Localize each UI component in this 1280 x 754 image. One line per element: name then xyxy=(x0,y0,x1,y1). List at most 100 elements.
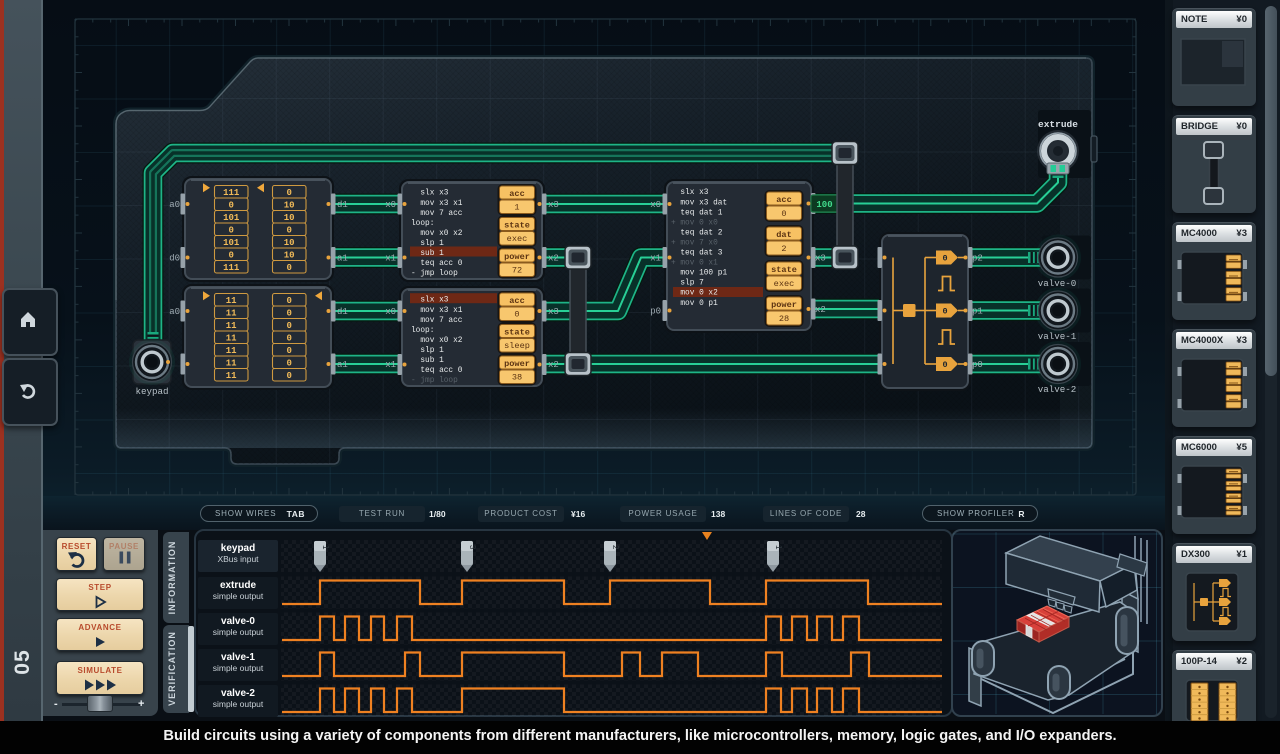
svg-text:0: 0 xyxy=(228,200,233,210)
svg-text:x2: x2 xyxy=(548,360,559,370)
svg-text:10: 10 xyxy=(284,250,295,260)
svg-text:11: 11 xyxy=(226,371,237,381)
svg-text:0: 0 xyxy=(228,225,233,235)
svg-text:exec: exec xyxy=(774,279,795,289)
svg-text:10: 10 xyxy=(284,213,295,223)
svg-text:mov 7 acc: mov 7 acc xyxy=(411,317,463,325)
svg-text:loop:: loop: xyxy=(411,327,434,335)
svg-text:05: 05 xyxy=(11,649,34,674)
svg-text:mov x3 x1: mov x3 x1 xyxy=(411,307,463,315)
svg-text:28: 28 xyxy=(779,314,789,324)
svg-text:slp 1: slp 1 xyxy=(411,240,444,248)
svg-text:VERIFICATION: VERIFICATION xyxy=(167,631,177,706)
svg-text:INFORMATION: INFORMATION xyxy=(167,541,177,615)
svg-text:teq dat 3: teq dat 3 xyxy=(671,250,723,258)
svg-text:0: 0 xyxy=(942,307,947,317)
svg-text:slx x3: slx x3 xyxy=(671,189,709,197)
svg-text:0: 0 xyxy=(781,209,786,219)
svg-text:state: state xyxy=(504,220,530,230)
svg-text:x3: x3 xyxy=(548,307,559,317)
svg-text:mov 100 p1: mov 100 p1 xyxy=(671,270,727,278)
svg-text:a1: a1 xyxy=(337,360,348,370)
svg-text:101: 101 xyxy=(223,213,240,223)
svg-text:acc: acc xyxy=(776,195,791,205)
svg-text:0: 0 xyxy=(286,296,291,306)
svg-text:11: 11 xyxy=(226,296,237,306)
svg-text:a1: a1 xyxy=(337,254,348,264)
svg-text:sub 1: sub 1 xyxy=(411,250,444,258)
svg-text:extrude: extrude xyxy=(1038,119,1078,130)
svg-text:100: 100 xyxy=(816,200,832,210)
svg-text:x1: x1 xyxy=(385,254,396,264)
svg-text:0: 0 xyxy=(286,321,291,331)
svg-text:valve-1: valve-1 xyxy=(1038,331,1077,342)
svg-text:2: 2 xyxy=(781,244,786,254)
svg-text:72: 72 xyxy=(512,266,522,276)
svg-text:- jmp loop: - jmp loop xyxy=(411,377,458,385)
svg-text:0: 0 xyxy=(286,263,291,273)
svg-text:111: 111 xyxy=(223,263,240,273)
svg-text:101: 101 xyxy=(223,238,240,248)
svg-text:x0: x0 xyxy=(385,307,396,317)
svg-text:0: 0 xyxy=(942,360,947,370)
svg-text:0: 0 xyxy=(286,225,291,235)
svg-text:0: 0 xyxy=(286,346,291,356)
svg-text:1: 1 xyxy=(321,545,330,550)
svg-text:+ mov 0 x0: + mov 0 x0 xyxy=(671,219,718,227)
svg-text:mov 0 p1: mov 0 p1 xyxy=(671,300,718,308)
svg-text:d1: d1 xyxy=(337,200,348,210)
svg-text:dat: dat xyxy=(776,230,791,240)
svg-text:x1: x1 xyxy=(385,360,396,370)
svg-text:d0: d0 xyxy=(169,254,180,264)
svg-text:teq acc 0: teq acc 0 xyxy=(411,260,463,268)
svg-text:teq dat 2: teq dat 2 xyxy=(671,229,723,237)
svg-text:keypad: keypad xyxy=(135,386,168,397)
svg-text:3: 3 xyxy=(468,545,477,550)
svg-text:slx x3: slx x3 xyxy=(411,297,449,305)
svg-text:valve-0: valve-0 xyxy=(1038,278,1077,289)
svg-text:state: state xyxy=(771,265,797,275)
svg-text:x2: x2 xyxy=(815,305,826,315)
svg-text:teq acc 0: teq acc 0 xyxy=(411,367,463,375)
svg-text:p0: p0 xyxy=(650,307,661,317)
svg-text:0: 0 xyxy=(286,188,291,198)
svg-text:0: 0 xyxy=(228,250,233,260)
svg-text:mov x3 x1: mov x3 x1 xyxy=(411,200,463,208)
svg-text:valve-2: valve-2 xyxy=(1038,384,1077,395)
svg-text:x2: x2 xyxy=(548,254,559,264)
svg-text:mov 7 acc: mov 7 acc xyxy=(411,210,463,218)
svg-text:teq dat 1: teq dat 1 xyxy=(671,209,723,217)
svg-text:11: 11 xyxy=(226,358,237,368)
svg-text:x0: x0 xyxy=(385,200,396,210)
svg-text:+ mov 0 x1: + mov 0 x1 xyxy=(671,260,718,268)
svg-text:mov 0 x2: mov 0 x2 xyxy=(671,290,718,298)
svg-text:slx x3: slx x3 xyxy=(411,190,449,198)
svg-text:1: 1 xyxy=(514,203,519,213)
svg-text:p1: p1 xyxy=(972,307,983,317)
svg-text:10: 10 xyxy=(284,238,295,248)
svg-text:0: 0 xyxy=(286,371,291,381)
svg-text:p0: p0 xyxy=(972,360,983,370)
svg-text:mov x3 dat: mov x3 dat xyxy=(671,199,727,207)
svg-text:10: 10 xyxy=(284,200,295,210)
svg-text:38: 38 xyxy=(512,373,522,383)
svg-text:sub 1: sub 1 xyxy=(411,357,444,365)
svg-text:- jmp loop: - jmp loop xyxy=(411,270,458,278)
svg-text:11: 11 xyxy=(226,333,237,343)
svg-text:0: 0 xyxy=(286,358,291,368)
svg-text:1: 1 xyxy=(774,545,783,550)
svg-text:x3: x3 xyxy=(815,254,826,264)
svg-text:0: 0 xyxy=(942,254,947,264)
svg-text:11: 11 xyxy=(226,321,237,331)
svg-text:a0: a0 xyxy=(169,307,180,317)
svg-text:2: 2 xyxy=(611,545,620,550)
svg-text:d1: d1 xyxy=(337,307,348,317)
svg-text:x1: x1 xyxy=(650,254,661,264)
svg-text:11: 11 xyxy=(226,308,237,318)
svg-text:power: power xyxy=(504,359,530,369)
svg-text:0: 0 xyxy=(514,310,519,320)
svg-text:p2: p2 xyxy=(972,254,983,264)
svg-text:+ mov 7 x0: + mov 7 x0 xyxy=(671,239,718,247)
svg-text:a0: a0 xyxy=(169,200,180,210)
svg-text:mov x0 x2: mov x0 x2 xyxy=(411,230,463,238)
